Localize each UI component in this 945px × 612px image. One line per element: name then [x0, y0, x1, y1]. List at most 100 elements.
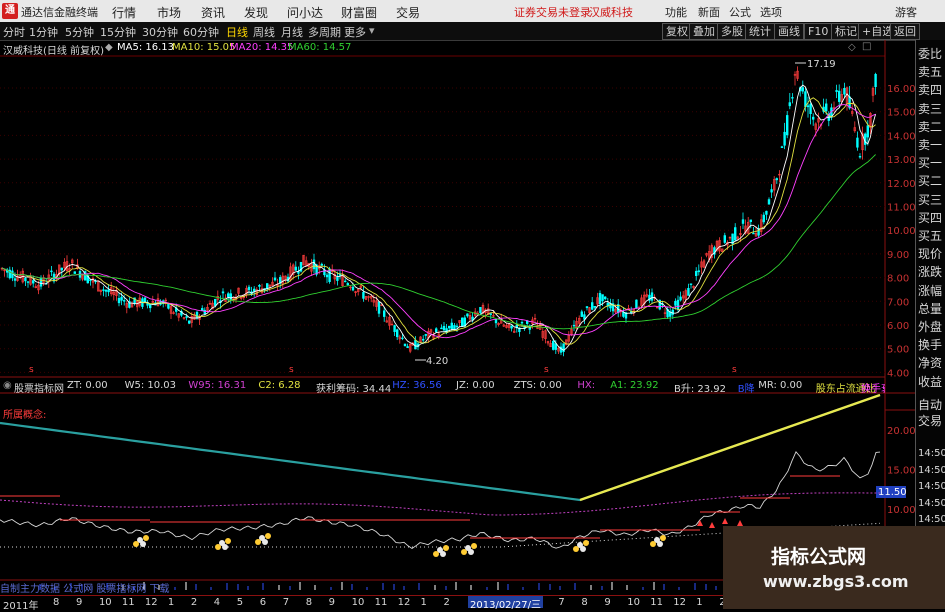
signal-dot[interactable] [471, 543, 477, 549]
candle-body [837, 90, 841, 102]
candle-body [689, 283, 693, 285]
candle-body [424, 334, 427, 336]
signal-dot[interactable] [650, 541, 656, 547]
quote-field-label: 涨幅 [918, 283, 943, 298]
moving-average-lines [1, 84, 877, 351]
candle-body [752, 232, 755, 235]
trade-time-label: 14:50 [918, 497, 945, 509]
price-tick-label: 7.00 [887, 297, 909, 308]
quote-field-label: 净资 [918, 356, 943, 371]
month-label: 10 [627, 597, 641, 608]
candle-body [346, 283, 349, 286]
indicator-toggle-icon[interactable]: ◉ [3, 380, 12, 391]
quote-field-label: 卖三 [918, 101, 943, 116]
buy-arrow[interactable] [709, 522, 715, 528]
trade-time-label: 14:50 [918, 514, 945, 525]
candle-body [26, 281, 30, 283]
indicator-value: JZ: 0.00 [456, 380, 495, 391]
concept-label: 所属概念: [3, 410, 47, 421]
trade-field-label[interactable]: 交易 [918, 412, 942, 429]
trade-field-label[interactable]: 自动 [918, 396, 942, 413]
candle-body [520, 321, 524, 324]
candle-body [572, 324, 576, 327]
event-marker[interactable]: s [732, 365, 737, 375]
signal-dot[interactable] [215, 544, 221, 550]
candle-body [167, 303, 170, 309]
candle-body [583, 314, 586, 320]
quote-field-label: 卖二 [918, 119, 943, 134]
candle-body [811, 116, 815, 120]
month-label: 6 [259, 597, 267, 608]
buy-arrow[interactable] [722, 518, 728, 524]
indicator-signals [133, 518, 743, 557]
candle-body [382, 310, 386, 317]
quote-field-label: 收益 [918, 374, 943, 389]
candle-body [650, 292, 654, 301]
candle-body [580, 311, 584, 317]
signal-dot[interactable] [657, 541, 663, 547]
event-marker[interactable]: s [544, 365, 549, 375]
signal-dot[interactable] [255, 539, 261, 545]
chart-canvas[interactable]: 16.0015.0014.0013.0012.0011.0010.009.008… [0, 0, 945, 609]
candle-body [258, 284, 261, 287]
indicator-value: B降 [737, 384, 755, 393]
signal-dot[interactable] [468, 549, 474, 555]
candle-body [31, 280, 35, 284]
signal-dot[interactable] [583, 540, 589, 546]
candle-body [442, 325, 446, 331]
month-label: 9 [75, 597, 83, 608]
signal-dot[interactable] [262, 539, 268, 545]
signal-dot[interactable] [573, 546, 579, 552]
signal-dot[interactable] [265, 533, 271, 539]
signal-dot[interactable] [143, 535, 149, 541]
quote-field-label: 现价 [918, 247, 943, 262]
indicator-name[interactable]: 股票指标网 [14, 380, 64, 393]
candle-body [120, 296, 123, 301]
candle-body [343, 280, 347, 283]
low-annotation: 4.20 [415, 356, 448, 367]
candle-body [227, 293, 230, 298]
candle-body [858, 156, 862, 158]
watermark-url: www.zbgs3.com [763, 572, 909, 591]
event-markers: s s s s [29, 365, 737, 375]
candle-body [676, 299, 680, 310]
signal-dot[interactable] [225, 538, 231, 544]
candle-body [843, 87, 846, 95]
cost-line-yellow [579, 393, 881, 502]
signal-dot[interactable] [140, 541, 146, 547]
candle-body [312, 259, 316, 270]
quote-field-label: 卖一 [918, 138, 943, 152]
trade-time-label: 14:50 [918, 481, 945, 492]
price-tick-label: 16.00 [887, 84, 916, 95]
event-marker[interactable]: s [29, 365, 34, 375]
event-marker[interactable]: s [289, 365, 294, 375]
month-label: 9 [604, 597, 611, 608]
month-label: 9 [328, 597, 336, 608]
signal-dot[interactable] [461, 549, 467, 555]
candle-body [393, 325, 396, 332]
month-label: 11 [374, 597, 388, 608]
signal-dot[interactable] [660, 535, 666, 541]
chart-frame [0, 40, 945, 581]
candle-body [629, 311, 633, 314]
signal-dot[interactable] [222, 544, 228, 550]
signal-dot[interactable] [580, 546, 586, 552]
candle-body [635, 299, 638, 309]
month-label: 11 [121, 597, 135, 608]
signal-dot[interactable] [133, 541, 139, 547]
month-label: 1 [167, 597, 175, 608]
month-label: 8 [53, 597, 60, 608]
signal-dot[interactable] [440, 551, 446, 557]
signal-dot[interactable] [443, 545, 449, 551]
candle-body [294, 266, 297, 271]
candle-body [806, 105, 810, 108]
candle-body [694, 270, 698, 276]
signal-dot[interactable] [433, 551, 439, 557]
quote-field-label: 买一 [918, 156, 943, 171]
month-label: 12 [144, 597, 158, 608]
candle-body [403, 343, 407, 347]
candle-body [195, 311, 199, 319]
candle-body [603, 296, 607, 300]
cost-line-teal [0, 393, 881, 502]
price-tick-label: 13.00 [887, 155, 916, 166]
